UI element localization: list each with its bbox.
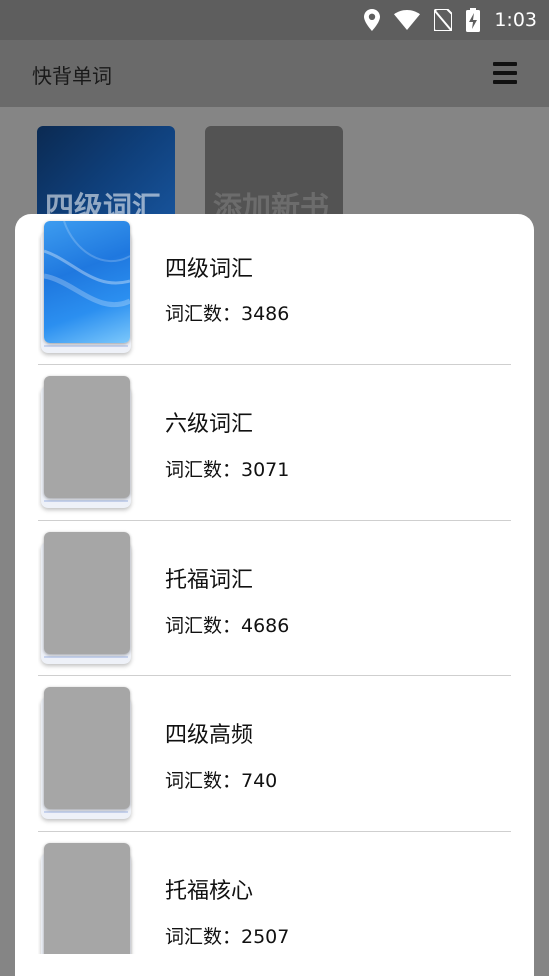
clock: 1:03 bbox=[494, 9, 537, 31]
book-cover bbox=[41, 376, 131, 508]
app-bar: 快背单词 bbox=[0, 40, 549, 107]
book-cover bbox=[41, 687, 131, 819]
status-bar: 1:03 bbox=[0, 0, 549, 40]
hamburger-menu-icon[interactable] bbox=[491, 59, 519, 87]
list-item[interactable]: 四级高频 词汇数：740 bbox=[38, 676, 511, 832]
battery-charging-icon bbox=[466, 8, 481, 32]
location-icon bbox=[364, 9, 381, 31]
book-word-count: 词汇数：3486 bbox=[165, 303, 290, 325]
book-name: 四级词汇 bbox=[165, 257, 254, 282]
status-icons: 1:03 bbox=[364, 6, 537, 34]
book-name: 托福词汇 bbox=[165, 567, 254, 593]
book-word-count: 词汇数：2507 bbox=[165, 925, 290, 948]
book-select-dialog: 四级词汇 词汇数：3486 六级词汇 词汇数：3071 托福词汇 词汇数：468… bbox=[15, 214, 534, 976]
book-word-count: 词汇数：740 bbox=[165, 770, 278, 792]
book-word-count: 词汇数：4686 bbox=[165, 614, 290, 637]
book-cover bbox=[41, 531, 131, 664]
list-item[interactable]: 四级词汇 词汇数：3486 bbox=[38, 214, 511, 365]
app-title: 快背单词 bbox=[32, 64, 112, 88]
list-item[interactable]: 六级词汇 词汇数：3071 bbox=[38, 365, 511, 521]
book-name: 托福核心 bbox=[165, 878, 254, 904]
list-item[interactable]: 托福词汇 词汇数：4686 bbox=[38, 521, 511, 676]
book-name: 六级词汇 bbox=[165, 412, 254, 437]
book-name: 四级高频 bbox=[165, 723, 254, 748]
book-cover bbox=[41, 221, 131, 353]
wifi-icon bbox=[394, 10, 421, 30]
book-cover bbox=[41, 842, 131, 954]
list-item[interactable]: 托福核心 词汇数：2507 bbox=[38, 832, 511, 954]
book-list[interactable]: 四级词汇 词汇数：3486 六级词汇 词汇数：3071 托福词汇 词汇数：468… bbox=[38, 214, 511, 954]
book-word-count: 词汇数：3071 bbox=[165, 459, 290, 481]
no-sim-icon bbox=[434, 9, 453, 31]
